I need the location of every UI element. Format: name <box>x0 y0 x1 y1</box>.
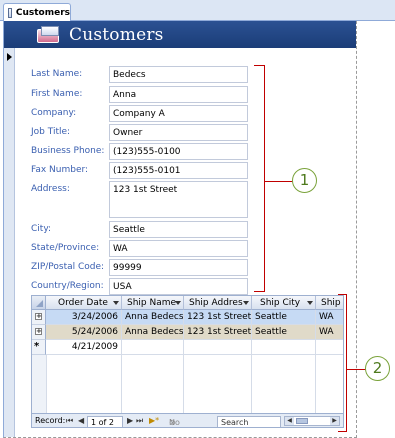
orders-subform: Order Date Ship Name Ship Addres Ship Ci… <box>31 295 344 428</box>
cell-order-date[interactable]: 3/24/2006 <box>46 310 122 325</box>
form-title: Customers <box>69 24 164 45</box>
chevron-down-icon[interactable] <box>175 301 181 305</box>
cell-ship-city[interactable]: Seattle <box>252 325 316 340</box>
document-tab-bar: Customers <box>0 0 395 22</box>
cell-ship-address[interactable] <box>184 340 252 355</box>
row-selector[interactable]: + <box>32 325 46 340</box>
row-selector[interactable]: * <box>32 340 46 355</box>
column-header-label: Ship Name <box>127 298 177 308</box>
cell-ship-city[interactable]: Seattle <box>252 310 316 325</box>
no-filter-label: No Filter <box>169 418 180 427</box>
city-label: City: <box>31 224 52 234</box>
column-header-ship-address[interactable]: Ship Addres <box>184 296 252 310</box>
zip-postal-code-label: ZIP/Postal Code: <box>31 262 105 272</box>
column-header-label: Ship Addres <box>189 298 243 308</box>
cell-ship-name[interactable]: Anna Bedecs <box>122 310 184 325</box>
chevron-down-icon[interactable] <box>307 301 313 305</box>
company-label: Company: <box>31 108 77 118</box>
fax-number-label: Fax Number: <box>31 165 89 175</box>
company-field[interactable]: Company A <box>109 105 248 122</box>
cell-ship-name[interactable]: Anna Bedecs <box>122 325 184 340</box>
cell-ship-city[interactable] <box>252 340 316 355</box>
callout-badge-1: 1 <box>292 168 317 193</box>
address-label: Address: <box>31 184 70 194</box>
zip-postal-code-field[interactable]: 99999 <box>109 259 248 276</box>
country-region-label: Country/Region: <box>31 281 104 291</box>
expand-plus-icon[interactable]: + <box>35 328 42 335</box>
select-all-corner[interactable] <box>32 296 46 310</box>
record-label: Record: <box>35 416 66 425</box>
cell-order-date[interactable]: 5/24/2006 <box>46 325 122 340</box>
row-selector[interactable]: + <box>32 310 46 325</box>
empty-grid-area <box>32 355 343 413</box>
job-title-label: Job Title: <box>31 127 71 137</box>
previous-record-icon[interactable]: ◀ <box>78 416 84 425</box>
horizontal-scrollbar[interactable]: ◀ ▶ <box>284 416 340 426</box>
chevron-down-icon[interactable] <box>243 301 249 305</box>
scroll-left-icon[interactable]: ◀ <box>285 417 294 425</box>
expand-plus-icon[interactable]: + <box>35 313 42 320</box>
record-selector[interactable] <box>4 48 15 437</box>
last-record-icon[interactable]: ⏭ <box>136 416 143 426</box>
form-header: Customers <box>4 21 356 48</box>
customers-form-icon <box>37 25 61 44</box>
chevron-down-icon[interactable] <box>113 301 119 305</box>
country-region-field[interactable]: USA <box>109 278 248 295</box>
state-province-label: State/Province: <box>31 243 100 253</box>
city-field[interactable]: Seattle <box>109 221 248 238</box>
form-icon <box>8 8 12 18</box>
cell-ship-address[interactable]: 123 1st Street <box>184 325 252 340</box>
callout-badge-2: 2 <box>365 356 390 381</box>
column-header-label: Order Date <box>58 298 108 308</box>
business-phone-field[interactable]: (123)555-0100 <box>109 143 248 160</box>
current-record-field[interactable]: 1 of 2 <box>87 416 123 427</box>
tab-label: Customers <box>15 8 70 18</box>
record-navigation-bar: Record: ⏮ ◀ 1 of 2 ▶ ⏭ ▶* ⊘ No Filter Se… <box>32 413 343 427</box>
column-header-ship-city[interactable]: Ship City <box>252 296 316 310</box>
callout-connector-1 <box>265 181 293 182</box>
callout-connector-2 <box>347 369 366 370</box>
search-input[interactable]: Search <box>217 416 281 427</box>
scroll-thumb[interactable] <box>296 418 308 424</box>
first-name-label: First Name: <box>31 89 83 99</box>
job-title-field[interactable]: Owner <box>109 124 248 141</box>
column-header-label: Ship City <box>260 298 301 308</box>
state-province-field[interactable]: WA <box>109 240 248 257</box>
next-record-icon[interactable]: ▶ <box>127 416 133 425</box>
first-name-field[interactable]: Anna <box>109 86 248 103</box>
column-header-order-date[interactable]: Order Date <box>46 296 122 310</box>
cell-order-date[interactable]: 4/21/2009 <box>46 340 122 355</box>
new-record-icon[interactable]: ▶* <box>149 416 159 425</box>
fax-number-field[interactable]: (123)555-0101 <box>109 162 248 179</box>
current-record-arrow-icon <box>7 53 12 61</box>
callout-bracket-2 <box>338 294 347 432</box>
first-record-icon[interactable]: ⏮ <box>66 416 73 426</box>
new-record-asterisk-icon: * <box>34 341 40 352</box>
cell-ship-name[interactable] <box>122 340 184 355</box>
callout-bracket-1 <box>254 65 265 292</box>
column-header-ship-name[interactable]: Ship Name <box>122 296 184 310</box>
tab-customers[interactable]: Customers <box>3 3 71 22</box>
last-name-field[interactable]: Bedecs <box>109 66 248 83</box>
orders-datasheet: Order Date Ship Name Ship Addres Ship Ci… <box>32 296 343 413</box>
last-name-label: Last Name: <box>31 69 83 79</box>
business-phone-label: Business Phone: <box>31 146 105 156</box>
address-field[interactable]: 123 1st Street <box>109 181 248 218</box>
cell-ship-address[interactable]: 123 1st Street <box>184 310 252 325</box>
